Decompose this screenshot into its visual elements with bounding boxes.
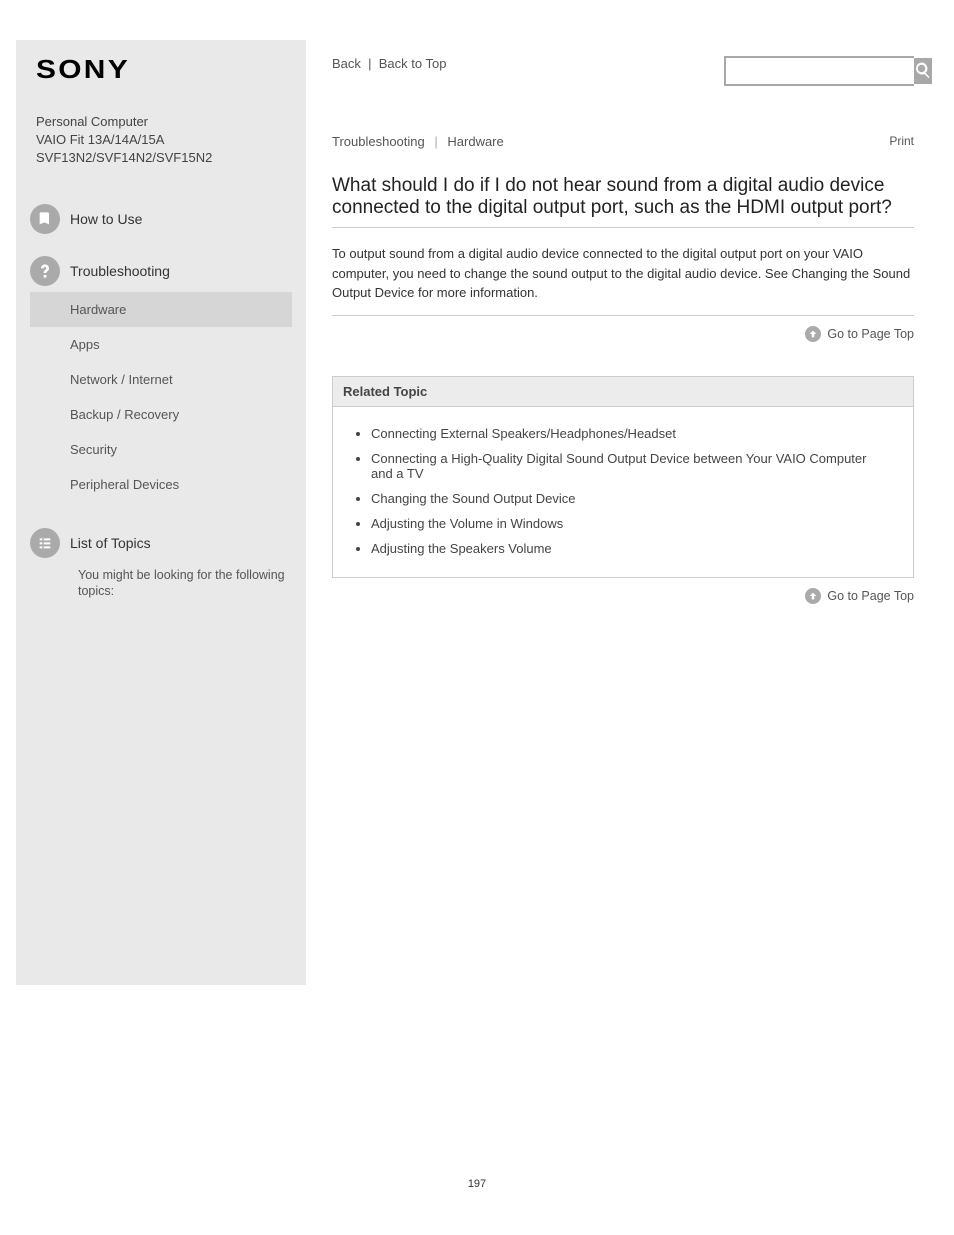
go-to-top-link-2[interactable]: Go to Page Top	[332, 578, 914, 604]
related-topic-box: Related Topic Connecting External Speake…	[332, 376, 914, 578]
sidebar: SONY Personal Computer VAIO Fit 13A/14A/…	[16, 40, 306, 985]
back-link[interactable]: Back	[332, 56, 361, 71]
article-body: To output sound from a digital audio dev…	[332, 228, 914, 316]
back-to-top-link[interactable]: Back to Top	[379, 56, 447, 71]
related-link[interactable]: Adjusting the Volume in Windows	[371, 511, 889, 536]
product-title-line1: Personal Computer	[36, 114, 148, 129]
sidebar-link-looking-for[interactable]: You might be looking for the following t…	[38, 562, 292, 606]
go-to-top-link-1[interactable]: Go to Page Top	[332, 316, 914, 342]
sidebar-subitem-network[interactable]: Network / Internet	[30, 362, 292, 397]
product-title-line2: VAIO Fit 13A/14A/15A	[36, 132, 164, 147]
arrow-up-icon	[805, 326, 821, 342]
sidebar-subitem-peripheral[interactable]: Peripheral Devices	[30, 467, 292, 502]
related-link[interactable]: Connecting External Speakers/Headphones/…	[371, 421, 889, 446]
book-icon	[30, 204, 60, 234]
related-link[interactable]: Connecting a High-Quality Digital Sound …	[371, 446, 889, 486]
sidebar-item-topics[interactable]: List of Topics	[30, 528, 292, 558]
main-content: Back | Back to Top Print Troubleshooting	[306, 40, 914, 985]
breadcrumb-b[interactable]: Hardware	[447, 134, 503, 149]
breadcrumb-a[interactable]: Troubleshooting	[332, 134, 425, 149]
sidebar-subitem-apps[interactable]: Apps	[30, 327, 292, 362]
troubleshooting-label: Troubleshooting	[70, 263, 170, 279]
print-link[interactable]: Print	[889, 134, 914, 148]
page-number: 197	[0, 1178, 954, 1190]
search-input[interactable]	[726, 58, 914, 84]
topics-label: List of Topics	[70, 535, 151, 551]
product-model: SVF13N2/SVF14N2/SVF15N2	[36, 150, 212, 165]
how-to-use-label: How to Use	[70, 211, 142, 227]
sidebar-item-how-to-use[interactable]: How to Use	[30, 204, 292, 234]
question-icon	[30, 256, 60, 286]
list-icon	[30, 528, 60, 558]
related-link[interactable]: Changing the Sound Output Device	[371, 486, 889, 511]
sidebar-subitem-backup[interactable]: Backup / Recovery	[30, 397, 292, 432]
page-title: What should I do if I do not hear sound …	[332, 175, 914, 228]
breadcrumb-separator: |	[428, 134, 443, 149]
search-box	[724, 56, 914, 86]
sidebar-item-troubleshooting[interactable]: Troubleshooting	[30, 256, 292, 286]
search-icon	[914, 61, 932, 82]
product-title: Personal Computer VAIO Fit 13A/14A/15A S…	[36, 113, 292, 168]
brand-logo: SONY	[36, 54, 330, 85]
sidebar-subitem-security[interactable]: Security	[30, 432, 292, 467]
arrow-up-icon	[805, 588, 821, 604]
go-to-top-label: Go to Page Top	[827, 327, 914, 341]
go-to-top-label: Go to Page Top	[827, 589, 914, 603]
related-link[interactable]: Adjusting the Speakers Volume	[371, 536, 889, 561]
related-topic-heading: Related Topic	[333, 377, 913, 407]
search-button[interactable]	[914, 58, 932, 84]
sidebar-subitem-hardware[interactable]: Hardware	[30, 292, 292, 327]
